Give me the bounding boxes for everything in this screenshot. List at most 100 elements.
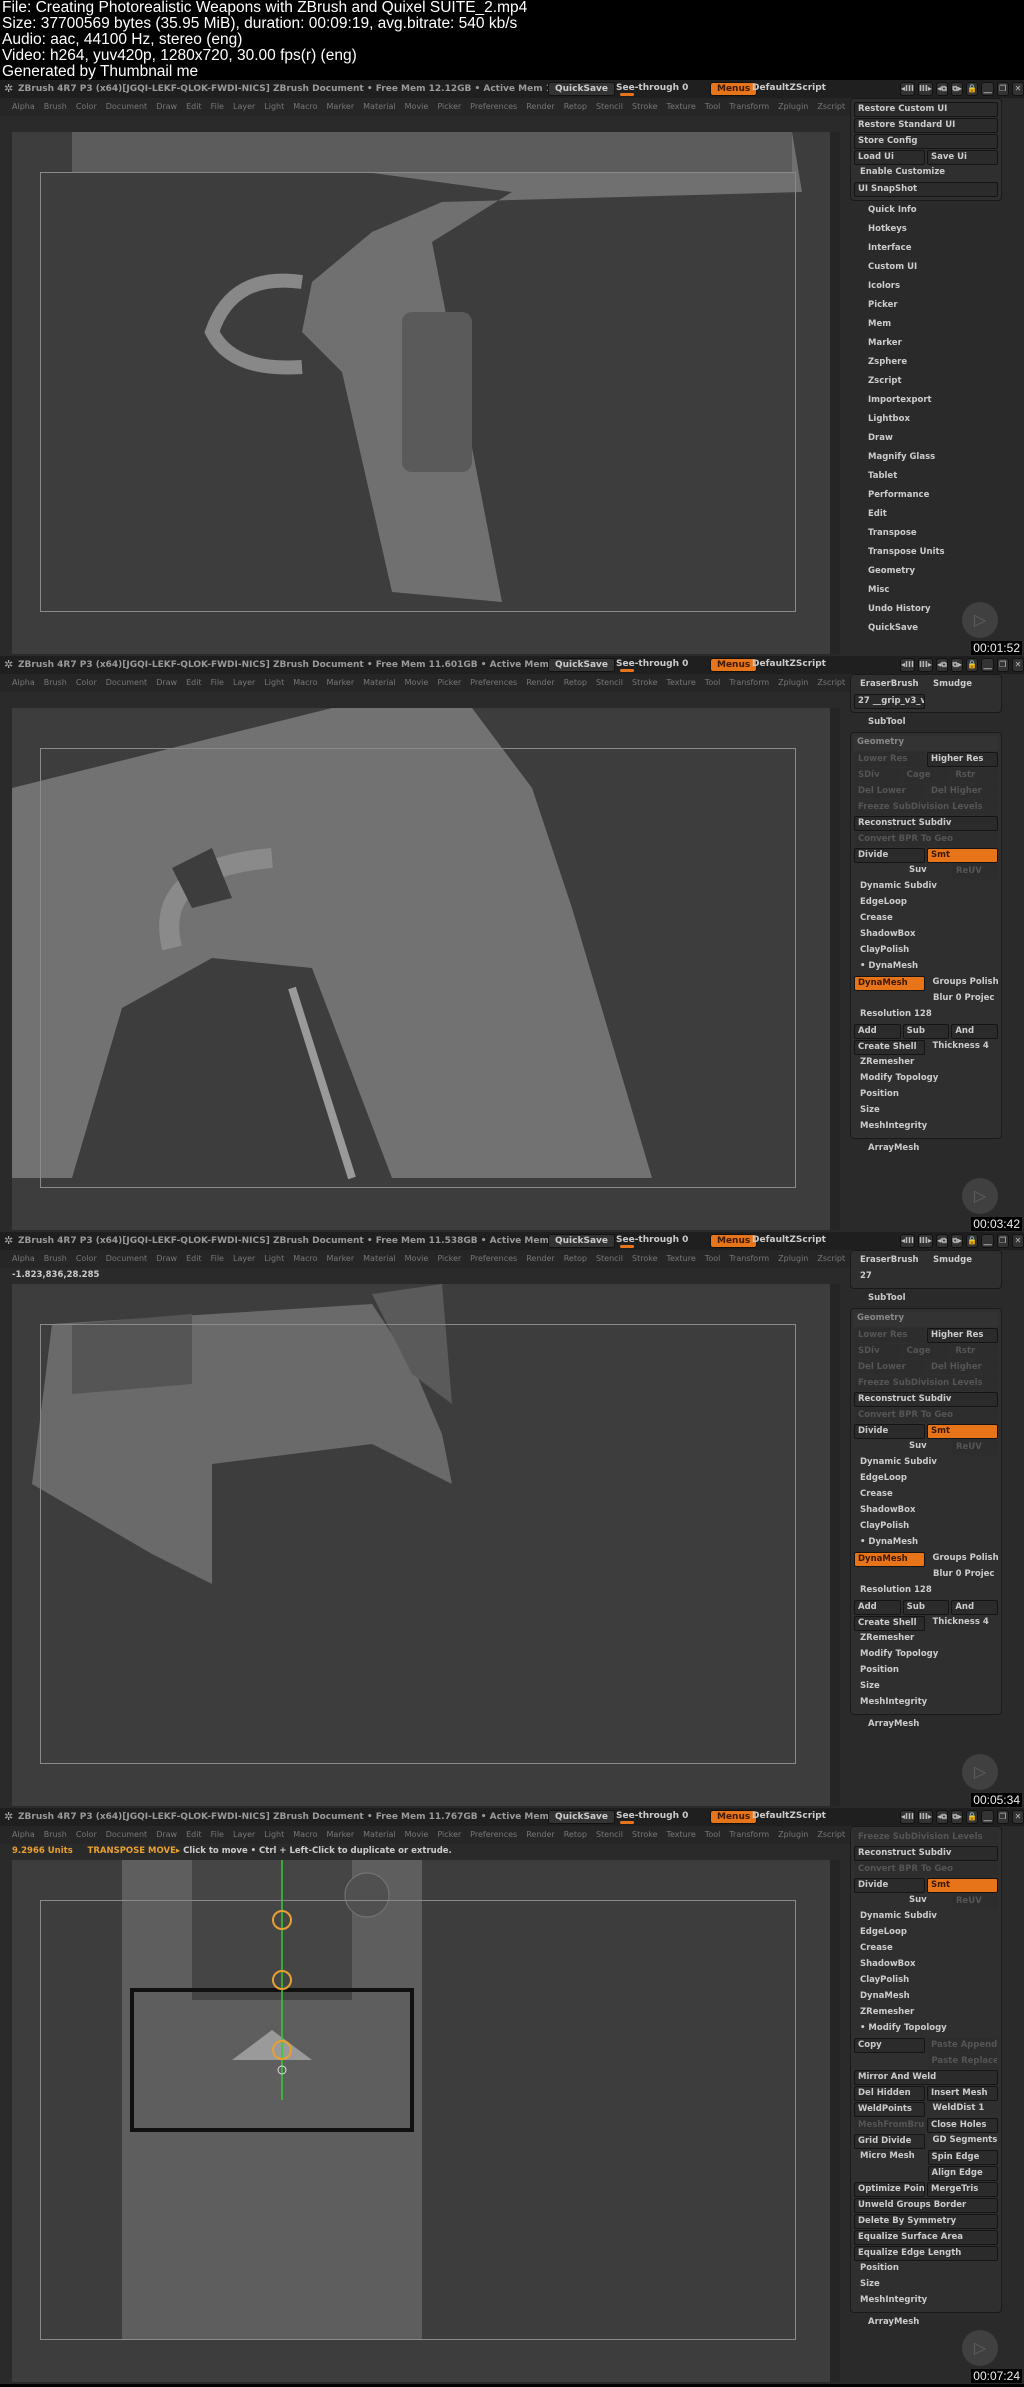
menu-draw[interactable]: Draw: [156, 102, 177, 111]
spin-edge-button[interactable]: Spin Edge: [927, 2150, 998, 2165]
minimize-icon[interactable]: ⎽: [981, 1234, 994, 1248]
and-button[interactable]: And: [951, 1024, 999, 1039]
default-zscript-button[interactable]: DefaultZScript: [746, 82, 832, 96]
menu-light[interactable]: Light: [264, 678, 284, 687]
restore-icon[interactable]: ❐: [996, 82, 1009, 96]
default-zscript-button[interactable]: DefaultZScript: [746, 1234, 832, 1248]
see-through-slider[interactable]: See-through 0: [616, 1234, 716, 1248]
edgeloop-button[interactable]: EdgeLoop: [854, 1926, 998, 1941]
menu-alpha[interactable]: Alpha: [12, 1830, 35, 1839]
menu-movie[interactable]: Movie: [405, 1830, 429, 1839]
27-grip-v3-v1-gr-button[interactable]: 27 __grip_v3_v1__gr: [854, 694, 925, 709]
sub-button[interactable]: Sub: [902, 1024, 950, 1039]
quicksave-button[interactable]: QuickSave: [548, 82, 615, 96]
save-ui-button[interactable]: Save Ui: [927, 150, 998, 165]
menu-texture[interactable]: Texture: [667, 1830, 696, 1839]
menu-retop[interactable]: Retop: [564, 678, 587, 687]
add-button[interactable]: Add: [854, 1024, 901, 1039]
menu-preferences[interactable]: Preferences: [470, 678, 517, 687]
swap-left-icon[interactable]: ◂⧉: [935, 82, 949, 96]
mirror-and-weld-button[interactable]: Mirror And Weld: [854, 2070, 998, 2085]
close-icon[interactable]: ✕: [1011, 1234, 1024, 1248]
menu-picker[interactable]: Picker: [850, 296, 1002, 315]
menu-arraymesh[interactable]: ArrayMesh: [850, 1139, 1002, 1158]
micro-mesh-button[interactable]: Micro Mesh: [854, 2150, 926, 2165]
scrollbar[interactable]: [830, 132, 840, 654]
slider-handle[interactable]: [620, 93, 634, 96]
menu-render[interactable]: Render: [526, 1830, 554, 1839]
menu-texture[interactable]: Texture: [667, 102, 696, 111]
menu-edit[interactable]: Edit: [850, 505, 1002, 524]
menu-layer[interactable]: Layer: [233, 102, 255, 111]
minimize-icon[interactable]: ⎽: [981, 1810, 994, 1824]
higher-res-button[interactable]: Higher Res: [927, 1328, 998, 1343]
menu-picker[interactable]: Picker: [437, 1830, 461, 1839]
crease-button[interactable]: Crease: [854, 1488, 998, 1503]
menu-geometry[interactable]: Geometry: [850, 562, 1002, 581]
dynamic-subdiv-button[interactable]: Dynamic Subdiv: [854, 1910, 998, 1925]
unweld-groups-border-button[interactable]: Unweld Groups Border: [854, 2198, 998, 2213]
menu-macro[interactable]: Macro: [293, 1254, 317, 1263]
menu-stroke[interactable]: Stroke: [632, 102, 658, 111]
menu-movie[interactable]: Movie: [405, 102, 429, 111]
menu-document[interactable]: Document: [106, 678, 147, 687]
menu-color[interactable]: Color: [76, 1254, 97, 1263]
close-holes-button[interactable]: Close Holes: [927, 2118, 998, 2133]
menu-render[interactable]: Render: [526, 678, 554, 687]
reconstruct-subdiv-button[interactable]: Reconstruct Subdiv: [854, 816, 998, 831]
equalize-surface-area-button[interactable]: Equalize Surface Area: [854, 2230, 998, 2245]
position-button[interactable]: Position: [854, 1088, 998, 1103]
meshintegrity-button[interactable]: MeshIntegrity: [854, 1696, 998, 1711]
close-icon[interactable]: ✕: [1011, 82, 1024, 96]
menu-draw[interactable]: Draw: [156, 1254, 177, 1263]
enable-customize-button[interactable]: Enable Customize: [854, 166, 998, 181]
see-through-slider[interactable]: See-through 0: [616, 658, 716, 672]
dynamesh-button[interactable]: • DynaMesh: [854, 1536, 998, 1551]
slider-handle[interactable]: [620, 1821, 634, 1824]
del-hidden-button[interactable]: Del Hidden: [854, 2086, 925, 2101]
swap-right-icon[interactable]: ⧉▸: [951, 82, 964, 96]
quicksave-button[interactable]: QuickSave: [548, 1810, 615, 1824]
dynamesh-button[interactable]: • DynaMesh: [854, 960, 998, 975]
smudge-button[interactable]: Smudge: [927, 1254, 998, 1269]
scrollbar[interactable]: [830, 1284, 840, 1806]
menu-draw[interactable]: Draw: [156, 678, 177, 687]
menu-document[interactable]: Document: [106, 102, 147, 111]
minimize-icon[interactable]: ⎽: [981, 658, 994, 672]
menu-zplugin[interactable]: Zplugin: [778, 1830, 808, 1839]
claypolish-button[interactable]: ClayPolish: [854, 1520, 998, 1535]
menu-misc[interactable]: Misc: [850, 581, 1002, 600]
menu-retop[interactable]: Retop: [564, 1254, 587, 1263]
scrollbar[interactable]: [830, 1860, 840, 2382]
gd-segments-button[interactable]: GD Segments: [927, 2134, 999, 2149]
divide-button[interactable]: Divide: [854, 1878, 925, 1893]
menu-zplugin[interactable]: Zplugin: [778, 102, 808, 111]
and-button[interactable]: And: [951, 1600, 999, 1615]
menu-brush[interactable]: Brush: [44, 678, 67, 687]
menu-alpha[interactable]: Alpha: [12, 102, 35, 111]
close-icon[interactable]: ✕: [1011, 1810, 1024, 1824]
menu-lightbox[interactable]: Lightbox: [850, 410, 1002, 429]
scrollbar[interactable]: [830, 708, 840, 1230]
menu-retop[interactable]: Retop: [564, 102, 587, 111]
blur-0-projec-button[interactable]: Blur 0 Projec: [927, 1568, 998, 1583]
meshintegrity-button[interactable]: MeshIntegrity: [854, 1120, 998, 1135]
scroll-left-icon[interactable]: ◂III: [900, 658, 915, 672]
ui-snapshot-button[interactable]: UI SnapShot: [854, 182, 998, 197]
dynamesh-button[interactable]: DynaMesh: [854, 1552, 925, 1567]
menu-alpha[interactable]: Alpha: [12, 678, 35, 687]
menu-picker[interactable]: Picker: [437, 1254, 461, 1263]
size-button[interactable]: Size: [854, 1104, 998, 1119]
menu-zplugin[interactable]: Zplugin: [778, 678, 808, 687]
menu-zscript[interactable]: Zscript: [850, 372, 1002, 391]
thickness-4-button[interactable]: Thickness 4: [927, 1616, 999, 1631]
menu-material[interactable]: Material: [363, 102, 396, 111]
weldpoints-button[interactable]: WeldPoints: [854, 2102, 925, 2117]
menu-material[interactable]: Material: [363, 1254, 396, 1263]
canvas-viewport[interactable]: [12, 708, 832, 1230]
menu-transpose[interactable]: Transpose: [850, 524, 1002, 543]
zremesher-button[interactable]: ZRemesher: [854, 1056, 998, 1071]
slider-handle[interactable]: [620, 1245, 634, 1248]
size-button[interactable]: Size: [854, 2278, 998, 2293]
position-button[interactable]: Position: [854, 1664, 998, 1679]
